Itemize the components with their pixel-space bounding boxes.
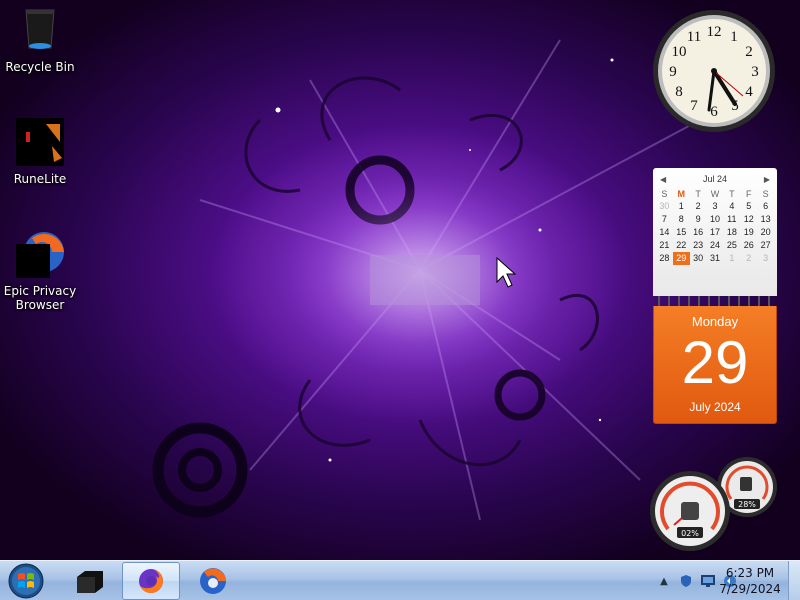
security-shield-icon[interactable] <box>678 573 694 589</box>
taskbar-file-explorer-button[interactable] <box>60 562 118 600</box>
calendar-day-cell[interactable]: 19 <box>740 226 757 239</box>
epic-browser-icon <box>200 568 226 594</box>
next-month-icon[interactable]: ▶ <box>764 175 770 184</box>
calendar-day-view: Monday 29 July 2024 <box>653 306 777 424</box>
calendar-day-cell[interactable]: 5 <box>740 200 757 213</box>
memory-icon <box>740 477 752 491</box>
windows-logo-icon <box>8 563 44 599</box>
cpu-icon <box>681 502 699 520</box>
recycle-bin-shortcut[interactable]: Recycle Bin <box>0 6 80 74</box>
desktop-icon-label: Epic Privacy Browser <box>3 284 77 312</box>
calendar-day-cell[interactable]: 15 <box>673 226 690 239</box>
start-button[interactable] <box>5 562 47 600</box>
runelite-icon <box>16 118 64 166</box>
calendar-grid: S M T W T F S 30 1 2 3 4 5 6 7 8 9 10 11 12 13 14 15 16 17 18 19 20… <box>656 188 774 265</box>
calendar-day-header: T <box>729 189 735 199</box>
show-hidden-icons-icon[interactable]: ▲ <box>656 573 672 589</box>
svg-text:10: 10 <box>672 44 687 60</box>
calendar-day-cell[interactable]: 8 <box>673 213 690 226</box>
calendar-gadget[interactable]: ◀ Jul 24 ▶ S M T W T F S 30 1 2 3 4 5 6 7 8 9 10 11 12 13 14 1… <box>653 168 777 424</box>
calendar-day-cell[interactable]: 1 <box>673 200 690 213</box>
calendar-day-cell[interactable]: 18 <box>723 226 740 239</box>
calendar-day-cell[interactable]: 2 <box>740 252 757 265</box>
taskbar-date: 7/29/2024 <box>719 582 781 596</box>
calendar-day-cell[interactable]: 27 <box>757 239 774 252</box>
epic-browser-shortcut[interactable]: Epic Privacy Browser <box>0 230 80 312</box>
calendar-day-header: S <box>762 189 769 199</box>
calendar-day-cell[interactable]: 30 <box>656 200 673 213</box>
calendar-day-cell[interactable]: 21 <box>656 239 673 252</box>
calendar-day-cell[interactable]: 12 <box>740 213 757 226</box>
calendar-day-cell[interactable]: 22 <box>673 239 690 252</box>
taskbar-clock[interactable]: 6:23 PM 7/29/2024 <box>712 565 788 597</box>
file-explorer-icon <box>77 571 103 593</box>
calendar-day-header: W <box>710 189 720 199</box>
calendar-day-cell[interactable]: 9 <box>690 213 707 226</box>
calendar-day-cell[interactable]: 3 <box>757 252 774 265</box>
calendar-day-header: S <box>661 189 668 199</box>
calendar-month-year: July 2024 <box>689 400 741 414</box>
desktop-icon-label: RuneLite <box>13 172 67 186</box>
show-desktop-button[interactable] <box>788 561 800 600</box>
calendar-day-cell[interactable]: 30 <box>690 252 707 265</box>
svg-text:8: 8 <box>675 84 683 100</box>
calendar-day-cell[interactable]: 20 <box>757 226 774 239</box>
calendar-day-cell[interactable]: 13 <box>757 213 774 226</box>
previous-month-icon[interactable]: ◀ <box>660 175 666 184</box>
calendar-day-cell[interactable]: 6 <box>757 200 774 213</box>
taskbar-firefox-button[interactable] <box>122 562 180 600</box>
svg-text:7: 7 <box>690 98 698 114</box>
desktop-icon-label: Recycle Bin <box>5 60 75 74</box>
calendar-day-cell[interactable]: 17 <box>707 226 724 239</box>
taskbar: ▲ 6:23 PM 7/29/2024 <box>0 560 800 600</box>
calendar-day-number: 29 <box>681 329 749 396</box>
calendar-day-cell[interactable]: 31 <box>707 252 724 265</box>
calendar-day-header: F <box>745 189 752 199</box>
clock-gadget[interactable]: 12 12 345 678 91011 <box>651 8 777 134</box>
calendar-day-cell[interactable]: 16 <box>690 226 707 239</box>
calendar-day-cell[interactable]: 2 <box>690 200 707 213</box>
svg-text:2: 2 <box>745 44 753 60</box>
svg-text:1: 1 <box>730 29 738 45</box>
svg-text:9: 9 <box>669 64 677 80</box>
calendar-day-cell[interactable]: 26 <box>740 239 757 252</box>
cpu-meter-gadget[interactable]: 28% 02% <box>650 455 780 555</box>
calendar-day-today[interactable]: 29 <box>672 252 690 265</box>
calendar-month-view: ◀ Jul 24 ▶ S M T W T F S 30 1 2 3 4 5 6 7 8 9 10 11 12 13 14 1… <box>653 168 777 296</box>
calendar-day-cell[interactable]: 23 <box>690 239 707 252</box>
calendar-day-cell[interactable]: 10 <box>707 213 724 226</box>
calendar-day-cell[interactable]: 3 <box>707 200 724 213</box>
svg-text:4: 4 <box>745 84 753 100</box>
svg-text:3: 3 <box>751 64 759 80</box>
taskbar-time: 6:23 PM <box>725 566 775 580</box>
epic-browser-icon <box>16 230 64 278</box>
svg-text:12: 12 <box>707 24 722 40</box>
calendar-day-cell[interactable]: 1 <box>723 252 740 265</box>
memory-readout: 28% <box>738 500 756 509</box>
calendar-day-cell[interactable]: 25 <box>723 239 740 252</box>
calendar-day-cell[interactable]: 28 <box>656 252 673 265</box>
calendar-day-cell[interactable]: 4 <box>723 200 740 213</box>
calendar-day-cell[interactable]: 24 <box>707 239 724 252</box>
cpu-readout: 02% <box>681 529 699 538</box>
calendar-month-label: Jul 24 <box>702 174 728 184</box>
calendar-day-cell[interactable]: 11 <box>723 213 740 226</box>
calendar-day-header: T <box>695 189 701 199</box>
runelite-shortcut[interactable]: RuneLite <box>0 118 80 186</box>
desktop[interactable]: Recycle Bin RuneLite Epic Privacy Browse… <box>0 0 800 560</box>
recycle-bin-icon <box>16 6 64 54</box>
taskbar-epic-browser-button[interactable] <box>184 562 242 600</box>
calendar-day-cell[interactable]: 14 <box>656 226 673 239</box>
firefox-icon <box>139 569 163 593</box>
calendar-binding-rings <box>653 296 777 306</box>
svg-text:6: 6 <box>710 104 718 120</box>
calendar-day-header: M <box>677 189 686 199</box>
svg-text:11: 11 <box>687 29 701 45</box>
calendar-day-cell[interactable]: 7 <box>656 213 673 226</box>
